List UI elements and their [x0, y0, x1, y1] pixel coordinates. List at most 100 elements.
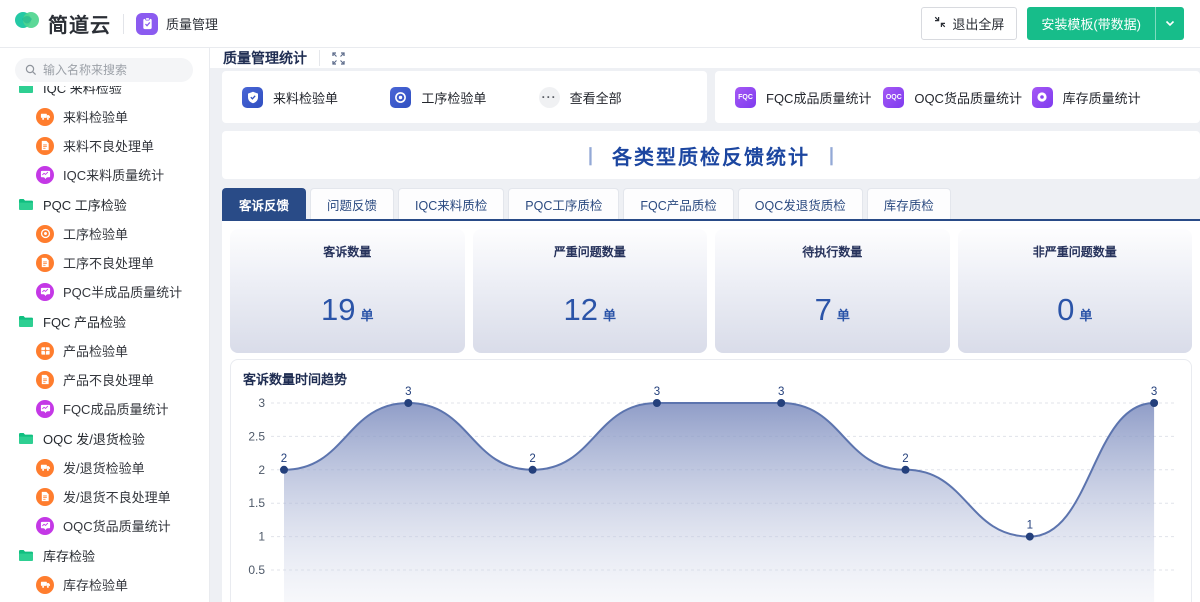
data-point[interactable]	[652, 399, 661, 407]
stat-card-1: 严重问题数量 12 单	[472, 229, 707, 353]
search-icon	[25, 64, 37, 76]
stat-card-0: 客诉数量 19 单	[230, 229, 465, 353]
exit-fullscreen-label: 退出全屏	[952, 17, 1005, 32]
search-input[interactable]	[43, 63, 173, 77]
stat-label: 非严重问题数量	[1032, 245, 1117, 259]
target-blue-icon	[390, 86, 412, 108]
tab-6[interactable]: 库存质检	[866, 188, 951, 219]
sidebar-item-6[interactable]: 工序不良处理单	[0, 248, 209, 277]
circle-purple-icon	[1031, 86, 1053, 108]
doc-icon	[36, 136, 54, 155]
sidebar-folder-12[interactable]: OQC 发/退货检验	[0, 423, 209, 453]
tab-0[interactable]: 客诉反馈	[222, 188, 307, 219]
data-point[interactable]	[404, 399, 413, 407]
sidebar-item-2[interactable]: 来料不良处理单	[0, 131, 209, 160]
quick-link-label: 来料检验单	[273, 90, 339, 106]
data-point[interactable]	[777, 399, 786, 407]
tab-4[interactable]: FQC产品质检	[623, 188, 734, 219]
quick-links-card-right: FQC FQC成品质量统计 OQC OQC货品质量统计 库存质量统计	[715, 71, 1200, 123]
folder-icon	[18, 432, 34, 445]
stat-label: 客诉数量	[323, 245, 372, 259]
data-point[interactable]	[280, 465, 288, 474]
quick-link-label: FQC成品质量统计	[766, 90, 872, 106]
sidebar-item-15[interactable]: OQC货品质量统计	[0, 511, 209, 540]
box-icon	[36, 341, 54, 360]
sidebar-item-11[interactable]: FQC成品质量统计	[0, 394, 209, 423]
quick-link-right-0[interactable]: FQC FQC成品质量统计	[735, 86, 883, 108]
sidebar-item-label: 库存检验	[43, 548, 96, 564]
quick-link-right-2[interactable]: 库存质量统计	[1031, 86, 1180, 108]
sidebar-search[interactable]	[15, 58, 193, 82]
sidebar-item-1[interactable]: 来料检验单	[0, 102, 209, 131]
feedback-tabs: 客诉反馈 问题反馈 IQC来料质检 PQC工序质检 FQC产品质检 OQC发退货质检 库存质…	[222, 188, 1200, 219]
sidebar-item-label: 库存检验单	[63, 578, 129, 593]
install-template-dropdown[interactable]	[1155, 7, 1184, 40]
quick-link-label: OQC货品质量统计	[914, 90, 1022, 106]
sidebar-item-7[interactable]: PQC半成品质量统计	[0, 277, 209, 306]
app-chip[interactable]: 质量管理	[136, 12, 218, 35]
sidebar-item-13[interactable]: 发/退货检验单	[0, 453, 209, 482]
sidebar-item-17[interactable]: 库存检验单	[0, 570, 209, 599]
quick-link-left-0[interactable]: 来料检验单	[242, 86, 390, 108]
tab-panel: 客诉数量 19 单严重问题数量 12 单待执行数量 7 单非严重问题数量 0 单 客诉数量时间趋…	[222, 219, 1200, 602]
y-tick-label: 3	[258, 396, 265, 410]
data-point-label: 2	[281, 453, 287, 465]
data-point[interactable]	[528, 465, 537, 474]
doc-icon	[36, 487, 54, 506]
sidebar-item-14[interactable]: 发/退货不良处理单	[0, 482, 209, 511]
trend-chart-svg: 3 2.5 2 1.5 1 0.5 2 3 2 3 3 2 1 3	[248, 386, 1176, 602]
sidebar-item-label: IQC来料质量统计	[63, 168, 165, 183]
stat-value: 7单	[814, 292, 850, 327]
stat-label: 严重问题数量	[553, 245, 626, 259]
sidebar-item-label: 来料不良处理单	[63, 139, 155, 154]
quick-link-left-1[interactable]: 工序检验单	[390, 86, 538, 108]
exit-fullscreen-icon	[934, 16, 946, 31]
stat-icon	[36, 282, 54, 301]
sidebar-item-9[interactable]: 产品检验单	[0, 336, 209, 365]
sidebar-item-label: OQC 发/退货检验	[43, 431, 145, 447]
sidebar-nav: IQC 来料检验来料检验单来料不良处理单 IQC来料质量统计 PQC 工序检验工序检…	[0, 86, 209, 599]
data-point[interactable]	[1150, 399, 1159, 407]
sidebar-item-3[interactable]: IQC来料质量统计	[0, 160, 209, 189]
sidebar-folder-4[interactable]: PQC 工序检验	[0, 189, 209, 219]
expand-fullscreen-icon[interactable]	[332, 51, 345, 65]
tab-3[interactable]: PQC工序质检	[508, 188, 620, 219]
stat-label: 待执行数量	[802, 245, 863, 259]
more-icon: ···	[538, 86, 560, 108]
quick-link-right-1[interactable]: OQC OQC货品质量统计	[883, 86, 1031, 108]
sidebar-folder-0[interactable]: IQC 来料检验	[0, 86, 209, 102]
sidebar-item-label: 工序不良处理单	[63, 256, 155, 271]
quick-link-label: 库存质量统计	[1062, 90, 1141, 106]
sidebar-item-label: FQC 产品检验	[43, 314, 127, 330]
data-point[interactable]	[901, 465, 910, 474]
stat-icon	[36, 165, 54, 184]
sidebar-item-label: OQC货品质量统计	[63, 519, 171, 534]
exit-fullscreen-button[interactable]: 退出全屏	[921, 7, 1018, 40]
data-point[interactable]	[1025, 532, 1034, 541]
top-header: 简道云 质量管理 退出全屏 安装模板(带数据)	[0, 0, 1200, 48]
jiandaoyun-logo[interactable]: 简道云	[14, 9, 111, 38]
tab-1[interactable]: 问题反馈	[310, 188, 395, 219]
tab-2[interactable]: IQC来料质检	[398, 188, 505, 219]
target-icon	[36, 224, 54, 243]
quick-links-card-left: 来料检验单 工序检验单 ··· 查看全部	[222, 71, 707, 123]
install-template-button[interactable]: 安装模板(带数据)	[1027, 7, 1155, 40]
sidebar-item-label: PQC 工序检验	[43, 197, 127, 213]
truck-icon	[36, 107, 54, 126]
tab-5[interactable]: OQC发退货质检	[737, 188, 863, 219]
sidebar-item-5[interactable]: 工序检验单	[0, 219, 209, 248]
banner-title: 各类型质检反馈统计	[612, 146, 810, 169]
sidebar-item-label: IQC 来料检验	[43, 86, 122, 96]
page-titlebar: 质量管理统计	[210, 48, 1200, 68]
quick-link-left-2[interactable]: ··· 查看全部	[538, 86, 687, 108]
sidebar-item-10[interactable]: 产品不良处理单	[0, 365, 209, 394]
oqc-badge-icon: OQC	[883, 86, 905, 108]
sidebar-folder-8[interactable]: FQC 产品检验	[0, 306, 209, 336]
sidebar-item-label: FQC成品质量统计	[63, 402, 169, 417]
doc-icon	[36, 253, 54, 272]
sidebar-folder-16[interactable]: 库存检验	[0, 540, 209, 570]
stat-value: 12 单	[563, 292, 617, 327]
section-banner: 丨 各类型质检反馈统计 丨	[222, 131, 1200, 179]
stat-icon	[36, 399, 54, 418]
clipboard-icon	[136, 12, 158, 35]
